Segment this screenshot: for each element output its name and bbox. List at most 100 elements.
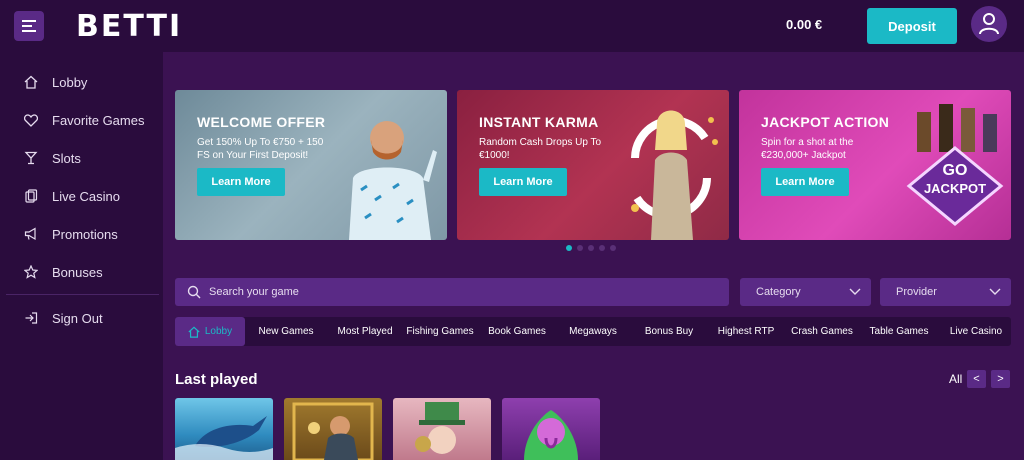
tab-megaways[interactable]: Megaways bbox=[559, 317, 627, 346]
carousel-dots bbox=[566, 245, 616, 251]
banner-illustration bbox=[349, 121, 437, 240]
carousel-dot[interactable] bbox=[599, 245, 605, 251]
carousel-dot[interactable] bbox=[610, 245, 616, 251]
tab-new-games[interactable]: New Games bbox=[251, 317, 321, 346]
jackpot-badge-go: GO bbox=[942, 162, 968, 179]
mad-hatter-artwork bbox=[415, 402, 465, 454]
user-icon bbox=[979, 13, 999, 35]
promo-banner-welcome[interactable]: WELCOME OFFER Get 150% Up To €750 + 150 … bbox=[175, 90, 447, 240]
sidebar-item-favorite-games[interactable]: Favorite Games bbox=[0, 105, 163, 135]
megaphone-icon bbox=[23, 226, 39, 242]
banner-text: Get 150% Up To €750 + 150 FS on Your Fir… bbox=[197, 137, 324, 161]
tab-highest-rtp[interactable]: Highest RTP bbox=[711, 317, 781, 346]
tab-label: Lobby bbox=[204, 326, 233, 337]
section-title: Last played bbox=[175, 371, 258, 388]
explorer-artwork bbox=[292, 402, 374, 460]
tab-label: Megaways bbox=[569, 326, 617, 337]
carousel-dot[interactable] bbox=[588, 245, 594, 251]
cocktail-icon bbox=[23, 150, 39, 166]
jackpot-badge: GO JACKPOT bbox=[909, 162, 1001, 198]
promo-banner-jackpot[interactable]: GO JACKPOT JACKPOT ACTION Spin for a sho… bbox=[739, 90, 1011, 240]
tab-label: Highest RTP bbox=[717, 326, 775, 337]
view-all-link[interactable]: All bbox=[949, 372, 962, 386]
tab-label: Bonus Buy bbox=[644, 326, 694, 337]
tab-label: Fishing Games bbox=[406, 326, 474, 337]
sidebar-item-label: Promotions bbox=[52, 226, 118, 242]
sidebar-item-label: Lobby bbox=[52, 74, 88, 90]
tab-fishing-games[interactable]: Fishing Games bbox=[404, 317, 476, 346]
carousel-dot[interactable] bbox=[566, 245, 572, 251]
chevron-down-icon bbox=[989, 288, 1001, 295]
sidebar-divider bbox=[6, 294, 159, 295]
sidebar-item-label: Live Casino bbox=[52, 188, 120, 204]
category-label: Category bbox=[756, 286, 801, 298]
chevron-left-icon: < bbox=[973, 373, 980, 385]
tab-lobby[interactable]: Lobby bbox=[175, 317, 245, 346]
carousel-dot[interactable] bbox=[577, 245, 583, 251]
tab-most-played[interactable]: Most Played bbox=[328, 317, 402, 346]
search-bar[interactable] bbox=[175, 278, 729, 306]
tab-label: Book Games bbox=[488, 326, 546, 337]
game-thumbnail[interactable] bbox=[393, 398, 491, 460]
deposit-button[interactable]: Deposit bbox=[867, 8, 957, 44]
game-thumbnail[interactable] bbox=[175, 398, 273, 460]
menu-button[interactable] bbox=[14, 11, 44, 41]
sidebar-item-label: Bonuses bbox=[52, 264, 103, 280]
tab-crash-games[interactable]: Crash Games bbox=[787, 317, 857, 346]
banner-text: Spin for a shot at the €230,000+ Jackpot bbox=[761, 137, 854, 161]
star-icon bbox=[23, 264, 39, 280]
chevron-right-icon: > bbox=[997, 373, 1004, 385]
home-icon bbox=[188, 325, 200, 338]
banner-illustration bbox=[631, 110, 718, 240]
sidebar-item-slots[interactable]: Slots bbox=[0, 143, 163, 173]
provider-label: Provider bbox=[896, 286, 937, 298]
tab-label: New Games bbox=[258, 326, 314, 337]
learn-more-button[interactable]: Learn More bbox=[197, 168, 285, 196]
sign-out-icon bbox=[23, 310, 39, 326]
tab-book-games[interactable]: Book Games bbox=[482, 317, 552, 346]
cards-icon bbox=[23, 188, 39, 204]
sidebar-item-label: Sign Out bbox=[52, 310, 103, 326]
sidebar-item-label: Slots bbox=[52, 150, 81, 166]
marlin-artwork bbox=[175, 416, 273, 460]
tab-label: Most Played bbox=[337, 326, 393, 337]
learn-more-button[interactable]: Learn More bbox=[761, 168, 849, 196]
sidebar-item-promotions[interactable]: Promotions bbox=[0, 219, 163, 249]
brand-logo[interactable]: BETTI bbox=[76, 9, 182, 45]
search-icon bbox=[187, 285, 201, 299]
banner-title: WELCOME OFFER bbox=[197, 114, 326, 130]
game-thumbnail[interactable] bbox=[502, 398, 600, 460]
tab-table-games[interactable]: Table Games bbox=[864, 317, 934, 346]
category-tabs: Lobby New Games Most Played Fishing Game… bbox=[175, 317, 1011, 346]
banner-text: Random Cash Drops Up To €1000! bbox=[479, 137, 602, 161]
ganesha-artwork bbox=[524, 410, 578, 460]
sidebar-item-bonuses[interactable]: Bonuses bbox=[0, 257, 163, 287]
learn-more-button[interactable]: Learn More bbox=[479, 168, 567, 196]
top-header: BETTI 0.00 € Deposit bbox=[0, 0, 1024, 52]
tab-bonus-buy[interactable]: Bonus Buy bbox=[635, 317, 703, 346]
jackpot-badge-label: JACKPOT bbox=[923, 181, 987, 196]
banner-title: INSTANT KARMA bbox=[479, 114, 599, 130]
heart-icon bbox=[23, 112, 39, 128]
home-icon bbox=[23, 74, 39, 90]
game-thumbnail[interactable] bbox=[284, 398, 382, 460]
tab-label: Crash Games bbox=[791, 326, 853, 337]
search-input[interactable] bbox=[209, 286, 689, 298]
promo-banner-instant-karma[interactable]: INSTANT KARMA Random Cash Drops Up To €1… bbox=[457, 90, 729, 240]
provider-dropdown[interactable]: Provider bbox=[880, 278, 1011, 306]
chevron-down-icon bbox=[849, 288, 861, 295]
balance-display: 0.00 € bbox=[786, 17, 823, 32]
user-avatar[interactable] bbox=[971, 6, 1007, 42]
sidebar-item-sign-out[interactable]: Sign Out bbox=[0, 303, 163, 333]
category-dropdown[interactable]: Category bbox=[740, 278, 871, 306]
tab-label: Table Games bbox=[869, 326, 929, 337]
tab-label: Live Casino bbox=[949, 326, 1003, 337]
prev-button[interactable]: < bbox=[967, 370, 986, 388]
sidebar-item-live-casino[interactable]: Live Casino bbox=[0, 181, 163, 211]
sidebar-item-lobby[interactable]: Lobby bbox=[0, 67, 163, 97]
sidebar-item-label: Favorite Games bbox=[52, 112, 145, 128]
next-button[interactable]: > bbox=[991, 370, 1010, 388]
tab-live-casino[interactable]: Live Casino bbox=[941, 317, 1011, 346]
hamburger-icon bbox=[22, 20, 36, 32]
banner-title: JACKPOT ACTION bbox=[761, 114, 890, 130]
